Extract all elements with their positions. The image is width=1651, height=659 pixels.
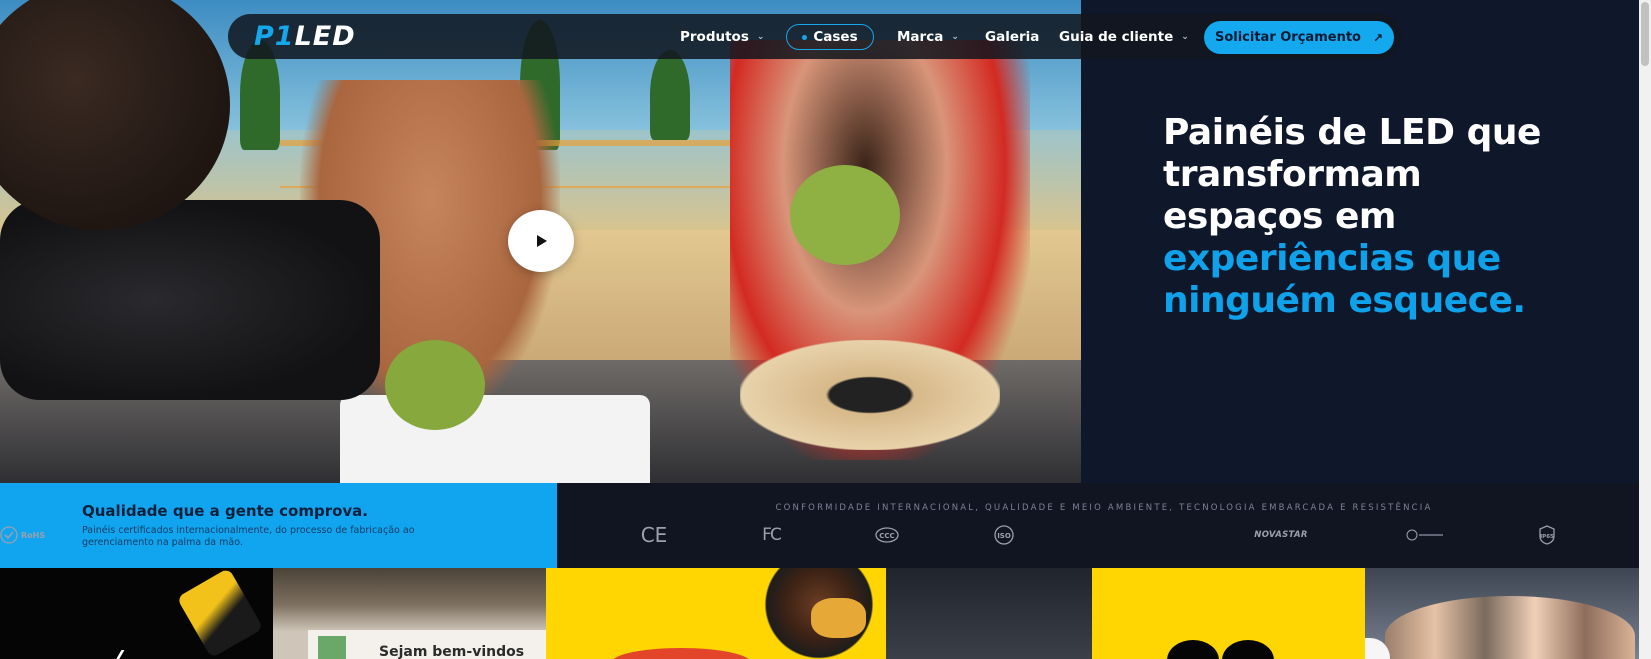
iso-logo: ISO: [991, 525, 1017, 545]
check-icon: [0, 526, 18, 544]
scrollbar-thumb[interactable]: [1641, 2, 1649, 66]
certification-badge-logo: [1405, 525, 1445, 545]
ccc-logo: CCC: [874, 525, 900, 545]
film-camera: [0, 200, 380, 400]
drill-image: [176, 568, 264, 659]
ip65-logo: IP65: [1537, 525, 1557, 545]
welcome-sign-text: Sejam bem-vindos: [379, 644, 525, 659]
chevron-down-icon: ⌄: [951, 32, 959, 42]
cameraman: [0, 0, 230, 230]
request-quote-button[interactable]: Solicitar Orçamento ↗: [1204, 21, 1394, 54]
page-scrollbar[interactable]: [1639, 0, 1651, 659]
nav-item-guia-de-cliente[interactable]: Guia de cliente ⌄: [1059, 26, 1189, 48]
certifications-caption: CONFORMIDADE INTERNACIONAL, QUALIDADE E …: [775, 503, 1433, 513]
chevron-down-icon: ⌄: [1181, 32, 1189, 42]
case-tile-yellow[interactable]: [1092, 568, 1365, 659]
play-icon: [537, 235, 547, 247]
active-dot-icon: [802, 34, 808, 40]
nav-item-marca[interactable]: Marca ⌄: [897, 26, 959, 48]
rohs-logo: RoHS: [0, 525, 45, 545]
ce-logo: CE: [640, 523, 668, 547]
case-tile-drill[interactable]: [0, 568, 273, 659]
certifications-section: [557, 483, 1651, 568]
case-tile-led-ring[interactable]: [1365, 568, 1651, 659]
fcc-logo: FC: [762, 525, 782, 545]
straw-hat: [740, 340, 1000, 450]
arrow-up-right-icon: ↗: [1372, 30, 1384, 45]
curved-led-screen: [1385, 596, 1635, 659]
nav-item-galeria[interactable]: Galeria: [985, 26, 1039, 48]
chevron-down-icon: ⌄: [756, 32, 765, 42]
svg-text:IP65: IP65: [1540, 534, 1554, 540]
cooler: [340, 395, 650, 483]
svg-text:CCC: CCC: [879, 532, 894, 540]
novastar-logo: NOVASTAR: [1254, 530, 1308, 540]
nav-item-produtos[interactable]: Produtos ⌄: [680, 26, 764, 48]
svg-text:ISO: ISO: [997, 532, 1011, 540]
nav-item-cases[interactable]: Cases: [786, 24, 874, 50]
p1led-logo[interactable]: P1 LED: [254, 21, 356, 52]
case-tile-store[interactable]: Sejam bem-vindos: [273, 568, 546, 659]
hero-heading: Painéis de LED que transformam espaços e…: [1163, 112, 1541, 321]
quality-title: Qualidade que a gente comprova.: [82, 502, 369, 520]
case-tile-food[interactable]: [546, 568, 1092, 659]
main-navbar: P1 LED Produtos ⌄ Cases Marca ⌄ Galeria G…: [228, 14, 1401, 59]
quality-description: Painéis certificados internacionalmente,…: [82, 525, 415, 548]
play-video-button[interactable]: [508, 210, 574, 272]
